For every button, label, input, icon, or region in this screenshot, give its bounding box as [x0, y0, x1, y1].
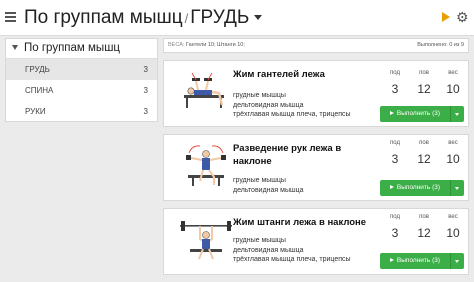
- exercise-card: Жим штанги лежа в наклоне грудные мышцы …: [163, 208, 469, 275]
- play-icon: [389, 258, 394, 263]
- muscle-item: трёхглавая мышца плеча, трицепсы: [233, 256, 351, 263]
- reps-value: 12: [417, 152, 431, 166]
- exercise-name[interactable]: Жим гантелей лежа: [233, 68, 373, 81]
- exercise-card: Жим гантелей лежа грудные мышцы дельтови…: [163, 60, 469, 127]
- exercise-name[interactable]: Разведение рук лежа в наклоне: [233, 142, 373, 168]
- sidebar-item-count: 3: [143, 107, 148, 116]
- sidebar-item-label: ГРУДЬ: [25, 65, 50, 74]
- barbell-weight: Штанги 10;: [217, 42, 245, 48]
- weight-label: вес: [448, 214, 458, 220]
- sets-label: под: [390, 70, 400, 76]
- perform-button-label: Выполнить (3): [396, 257, 441, 264]
- reps-value: 12: [417, 82, 431, 96]
- sidebar-item-chest[interactable]: ГРУДЬ 3: [6, 59, 157, 80]
- caret-down-icon: [455, 187, 459, 190]
- reps-stat: пов 12: [412, 213, 436, 241]
- page-title[interactable]: По группам мышц / ГРУДЬ: [24, 6, 263, 31]
- sets-value: 3: [391, 226, 399, 240]
- reps-value: 12: [417, 226, 431, 240]
- sets-value: 3: [391, 82, 399, 96]
- exercise-card: Разведение рук лежа в наклоне грудные мы…: [163, 134, 469, 201]
- progress-text: Выполнено: 0 из 9: [417, 42, 464, 48]
- reps-label: пов: [419, 214, 429, 220]
- sidebar-item-back[interactable]: СПИНА 3: [6, 80, 157, 101]
- sets-label: под: [390, 214, 400, 220]
- sidebar-heading-label: По группам мышц: [24, 42, 121, 54]
- sidebar-item-label: РУКИ: [25, 107, 46, 116]
- play-icon: [389, 185, 394, 190]
- title-group: По группам мышц: [24, 7, 183, 28]
- weight-value: 10: [446, 152, 460, 166]
- muscle-item: грудные мышцы: [233, 92, 286, 99]
- caret-down-icon: [455, 260, 459, 263]
- perform-dropdown-toggle[interactable]: [450, 253, 464, 269]
- muscle-item: трёхглавая мышца плеча, трицепсы: [233, 111, 351, 118]
- title-category: ГРУДЬ: [190, 7, 250, 28]
- top-bar: По группам мышц / ГРУДЬ ⚙: [0, 0, 474, 36]
- exercise-illustration: [180, 221, 232, 260]
- sets-stat: под 3: [383, 69, 407, 97]
- caret-down-icon[interactable]: [254, 15, 263, 21]
- reps-stat: пов 12: [412, 69, 436, 97]
- sets-stat: под 3: [383, 213, 407, 241]
- weight-label: вес: [448, 140, 458, 146]
- sidebar-heading[interactable]: По группам мышц: [6, 39, 157, 59]
- weight-stat: вес 10: [441, 139, 465, 167]
- title-separator: /: [184, 11, 189, 26]
- muscle-item: дельтовидная мышца: [233, 101, 304, 109]
- hamburger-icon[interactable]: [5, 12, 16, 22]
- perform-dropdown-toggle[interactable]: [450, 180, 464, 196]
- reps-label: пов: [419, 140, 429, 146]
- sets-label: под: [390, 140, 400, 146]
- muscle-item: дельтовидная мышца: [233, 186, 304, 194]
- gear-icon[interactable]: ⚙: [456, 9, 469, 25]
- perform-button-label: Выполнить (3): [396, 184, 441, 191]
- sidebar-item-count: 3: [143, 65, 148, 74]
- weight-stat: вес 10: [441, 213, 465, 241]
- sidebar-item-arms[interactable]: РУКИ 3: [6, 101, 157, 122]
- dumbbell-weight: Гантели 10;: [185, 42, 216, 48]
- caret-down-icon: [12, 45, 18, 51]
- perform-dropdown-toggle[interactable]: [450, 106, 464, 122]
- play-icon[interactable]: [442, 12, 450, 22]
- weight-value: 10: [446, 226, 460, 240]
- exercise-illustration: [186, 145, 226, 186]
- sets-stat: под 3: [383, 139, 407, 167]
- exercise-illustration: [184, 72, 224, 108]
- caret-down-icon: [455, 113, 459, 116]
- perform-button-label: Выполнить (3): [396, 110, 441, 117]
- play-icon: [389, 111, 394, 116]
- muscle-list: грудные мышцы дельтовидная мышца: [233, 176, 304, 195]
- perform-button[interactable]: Выполнить (3): [380, 106, 464, 122]
- weights-info-bar: ВЕСА: Гантели 10; Штанги 10; Выполнено: …: [163, 38, 469, 53]
- sidebar-item-label: СПИНА: [25, 86, 54, 95]
- muscle-item: дельтовидная мышца: [233, 246, 304, 254]
- weight-value: 10: [446, 82, 460, 96]
- muscle-item: грудные мышцы: [233, 237, 286, 244]
- muscle-list: грудные мышцы дельтовидная мышца трёхгла…: [233, 91, 351, 120]
- perform-button[interactable]: Выполнить (3): [380, 180, 464, 196]
- weight-label: вес: [448, 70, 458, 76]
- reps-stat: пов 12: [412, 139, 436, 167]
- reps-label: пов: [419, 70, 429, 76]
- muscle-list: грудные мышцы дельтовидная мышца трёхгла…: [233, 236, 351, 265]
- sidebar-item-count: 3: [143, 86, 148, 95]
- weights-label: ВЕСА:: [168, 42, 185, 48]
- sidebar: По группам мышц ГРУДЬ 3 СПИНА 3 РУКИ 3: [5, 38, 158, 122]
- muscle-item: грудные мышцы: [233, 177, 286, 184]
- exercise-name[interactable]: Жим штанги лежа в наклоне: [233, 216, 373, 229]
- sets-value: 3: [391, 152, 399, 166]
- weight-stat: вес 10: [441, 69, 465, 97]
- perform-button[interactable]: Выполнить (3): [380, 253, 464, 269]
